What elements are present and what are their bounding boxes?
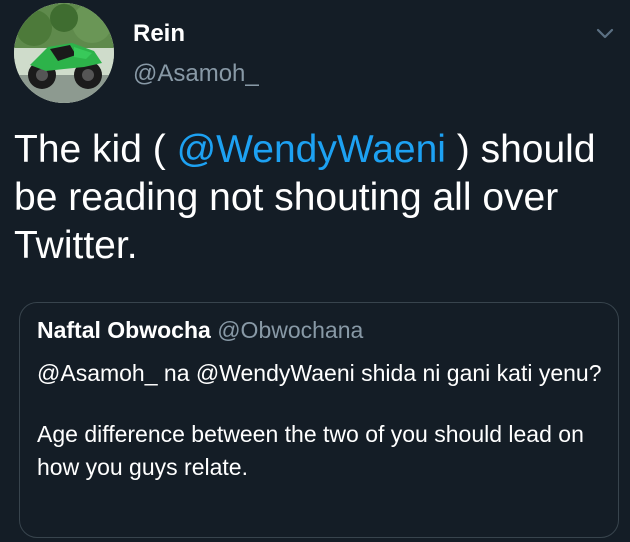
quoted-author-name: Naftal Obwocha xyxy=(37,317,211,343)
chevron-down-icon[interactable] xyxy=(594,22,616,44)
quoted-author-handle: @Obwochana xyxy=(217,317,364,343)
tweet-mention-link[interactable]: @WendyWaeni xyxy=(177,128,446,171)
author-name[interactable]: Rein xyxy=(133,20,185,48)
tweet-text: The kid ( @WendyWaeni ) should be readin… xyxy=(14,126,614,270)
quoted-tweet-card[interactable]: Naftal Obwocha @Obwochana @Asamoh_ na @W… xyxy=(19,302,619,538)
quoted-tweet-paragraph: Age difference between the two of you sh… xyxy=(37,421,584,480)
quoted-tweet-body: @Asamoh_ na @WendyWaeni shida ni gani ka… xyxy=(37,357,607,484)
motorcycle-avatar-image xyxy=(14,3,114,103)
quoted-tweet-header: Naftal Obwocha @Obwochana xyxy=(37,317,363,344)
tweet: Rein @Asamoh_ The kid ( @WendyWaeni ) sh… xyxy=(0,0,630,542)
tweet-text-before: The kid ( xyxy=(14,128,177,171)
quoted-tweet-paragraph: @Asamoh_ na @WendyWaeni shida ni gani ka… xyxy=(37,360,602,386)
author-handle[interactable]: @Asamoh_ xyxy=(133,60,259,88)
avatar[interactable] xyxy=(14,3,114,103)
